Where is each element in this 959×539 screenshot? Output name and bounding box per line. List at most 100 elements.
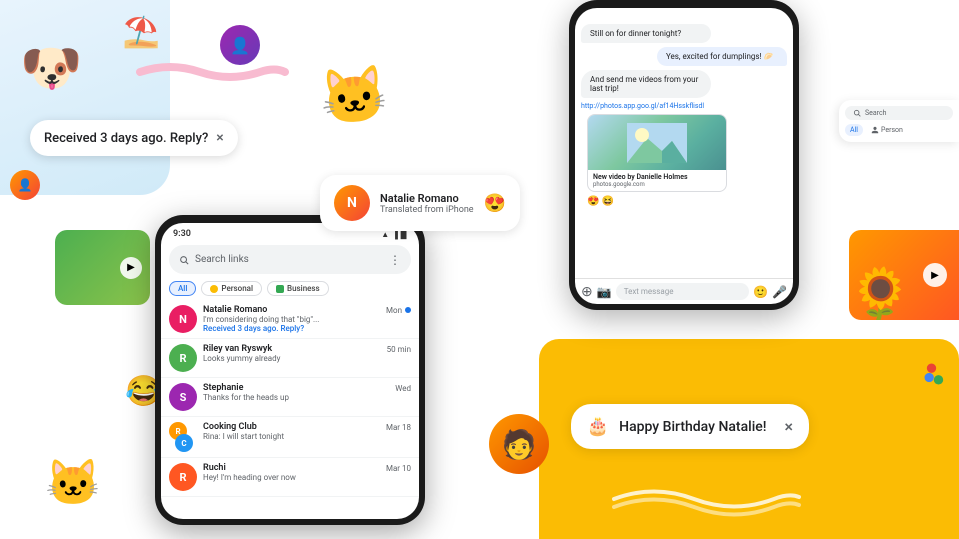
chat-text-1: Still on for dinner tonight? xyxy=(590,29,681,38)
message-preview-ruchi: Hey! I'm heading over now xyxy=(203,473,411,482)
message-item-cooking-club[interactable]: R C Cooking Club Mar 18 Rina: I will sta… xyxy=(161,417,419,458)
phone-main: 9:30 ▲ ▐ ▉ Search links ⋮ All xyxy=(155,215,425,525)
message-content-stephanie: Stephanie Wed Thanks for the heads up xyxy=(203,383,411,402)
smart-reply-natalie[interactable]: Received 3 days ago. Reply? xyxy=(203,324,411,333)
message-avatar-ruchi: R xyxy=(169,463,197,491)
play-button-right[interactable]: ▶ xyxy=(923,263,947,287)
message-time-ruchi: Mar 10 xyxy=(386,464,411,473)
message-header-cooking-club: Cooking Club Mar 18 xyxy=(203,422,411,432)
chat-messages: Still on for dinner tonight? Yes, excite… xyxy=(575,14,793,217)
message-avatar-stephanie: S xyxy=(169,383,197,411)
group-avatars-cooking: R C xyxy=(169,422,197,452)
link-domain: photos.google.com xyxy=(593,181,721,188)
unread-dot-natalie xyxy=(405,307,411,313)
message-preview-cooking-club: Rina: I will start tonight xyxy=(203,432,411,441)
search-input-text: Search links xyxy=(195,254,383,265)
avatar-top-center: 👤 xyxy=(220,25,260,65)
more-options-icon[interactable]: ⋮ xyxy=(389,253,401,267)
text-message-input[interactable]: Text message xyxy=(616,283,749,300)
message-avatar-riley: R xyxy=(169,344,197,372)
add-icon[interactable]: ⊕ xyxy=(581,284,593,300)
natalie-subtitle: Translated from iPhone xyxy=(380,205,474,215)
business-icon xyxy=(276,285,284,293)
birthday-text: Happy Birthday Natalie! xyxy=(619,419,766,435)
photos-tab-person[interactable]: Person xyxy=(866,124,908,136)
message-content-riley: Riley van Ryswyk 50 min Looks yummy alre… xyxy=(203,344,411,363)
message-preview-riley: Looks yummy already xyxy=(203,354,411,363)
phone-main-screen: 9:30 ▲ ▐ ▉ Search links ⋮ All xyxy=(161,223,419,519)
natalie-notification-card: N Natalie Romano Translated from iPhone … xyxy=(320,175,520,231)
group-avatar-2: C xyxy=(175,434,193,452)
filter-personal-label: Personal xyxy=(221,284,253,293)
message-time-natalie: Mon xyxy=(386,306,411,315)
search-bar[interactable]: Search links ⋮ xyxy=(169,245,411,274)
photos-search-text: Search xyxy=(865,109,887,117)
video-thumbnail-left[interactable]: ▶ xyxy=(55,230,150,305)
chat-bubble-received-1: Still on for dinner tonight? xyxy=(581,24,711,43)
video-thumbnail-right[interactable]: ▶ 🌻 xyxy=(849,230,959,320)
link-preview-image xyxy=(588,115,726,170)
dog-illustration-area: 🐶 ⛱️ xyxy=(0,0,170,195)
message-sender-ruchi: Ruchi xyxy=(203,463,226,473)
message-content-ruchi: Ruchi Mar 10 Hey! I'm heading over now xyxy=(203,463,411,482)
person-icon xyxy=(871,126,879,134)
flower-decoration: 🌻 xyxy=(849,270,911,320)
link-preview-text: New video by Danielle Holmes photos.goog… xyxy=(588,170,726,191)
filter-business-label: Business xyxy=(287,284,320,293)
close-icon[interactable]: × xyxy=(216,130,223,146)
mic-icon[interactable]: 🎤 xyxy=(772,285,787,299)
birthday-notification-card: 🎂 Happy Birthday Natalie! × xyxy=(571,404,809,449)
message-item-ruchi[interactable]: R Ruchi Mar 10 Hey! I'm heading over now xyxy=(161,458,419,497)
link-title: New video by Danielle Holmes xyxy=(593,173,721,181)
cat-sticker: 🐱 xyxy=(317,62,391,132)
message-time-stephanie: Wed xyxy=(395,384,411,393)
camera-icon[interactable]: 📷 xyxy=(597,285,612,299)
natalie-info: Natalie Romano Translated from iPhone xyxy=(380,192,474,215)
message-content-natalie: Natalie Romano Mon I'm considering doing… xyxy=(203,305,411,333)
reply-bubble-text: Received 3 days ago. Reply? xyxy=(44,131,208,146)
umbrella-emoji: ⛱️ xyxy=(123,15,160,50)
personal-icon xyxy=(210,285,218,293)
birthday-close-icon[interactable]: × xyxy=(784,417,793,436)
phone-right-screen: Still on for dinner tonight? Yes, excite… xyxy=(575,8,793,304)
message-list: N Natalie Romano Mon I'm considering doi… xyxy=(161,300,419,497)
message-header-stephanie: Stephanie Wed xyxy=(203,383,411,393)
filter-all[interactable]: All xyxy=(169,281,196,296)
chat-reactions: 😍 😆 xyxy=(587,196,787,207)
photos-widget: Search All Person xyxy=(839,100,959,142)
photos-search-icon xyxy=(853,109,861,117)
message-item-riley[interactable]: R Riley van Ryswyk 50 min Looks yummy al… xyxy=(161,339,419,378)
birthday-icon: 🎂 xyxy=(587,416,609,437)
emoji-icon[interactable]: 🙂 xyxy=(753,285,768,299)
filter-personal[interactable]: Personal xyxy=(201,281,262,296)
cat-bottom-illustration: 🐱 xyxy=(45,456,101,509)
search-icon xyxy=(179,250,189,269)
message-preview-stephanie: Thanks for the heads up xyxy=(203,393,411,402)
message-header-ruchi: Ruchi Mar 10 xyxy=(203,463,411,473)
message-sender-natalie: Natalie Romano xyxy=(203,305,267,315)
filter-business[interactable]: Business xyxy=(267,281,329,296)
link-preview-container: http://photos.app.goo.gl/af14Hsskflisdl xyxy=(581,102,787,207)
filter-all-label: All xyxy=(178,284,187,293)
wave-decoration xyxy=(604,479,804,519)
link-preview-card[interactable]: New video by Danielle Holmes photos.goog… xyxy=(587,114,727,192)
person-avatar: 🧑 xyxy=(489,414,549,474)
avatar-small-left: 👤 xyxy=(10,170,40,200)
chat-input-bar: ⊕ 📷 Text message 🙂 🎤 xyxy=(575,278,793,304)
message-content-cooking-club: Cooking Club Mar 18 Rina: I will start t… xyxy=(203,422,411,441)
message-time-riley: 50 min xyxy=(387,345,411,354)
message-item-stephanie[interactable]: S Stephanie Wed Thanks for the heads up xyxy=(161,378,419,417)
google-photos-logo xyxy=(921,360,949,394)
natalie-avatar: N xyxy=(334,185,370,221)
photos-tab-all[interactable]: All xyxy=(845,124,863,136)
photos-search-bar[interactable]: Search xyxy=(845,106,953,120)
play-button-left[interactable]: ▶ xyxy=(120,257,142,279)
natalie-reaction-emoji: 😍 xyxy=(484,193,506,214)
phone-right: Still on for dinner tonight? Yes, excite… xyxy=(569,0,799,310)
dog-emoji: 🐶 xyxy=(20,40,82,98)
chat-area: Still on for dinner tonight? Yes, excite… xyxy=(575,8,793,278)
message-item-natalie[interactable]: N Natalie Romano Mon I'm considering doi… xyxy=(161,300,419,339)
message-preview-natalie: I'm considering doing that "big"... xyxy=(203,315,411,324)
message-sender-riley: Riley van Ryswyk xyxy=(203,344,272,354)
chat-bubble-received-2: And send me videos from your last trip! xyxy=(581,70,711,98)
